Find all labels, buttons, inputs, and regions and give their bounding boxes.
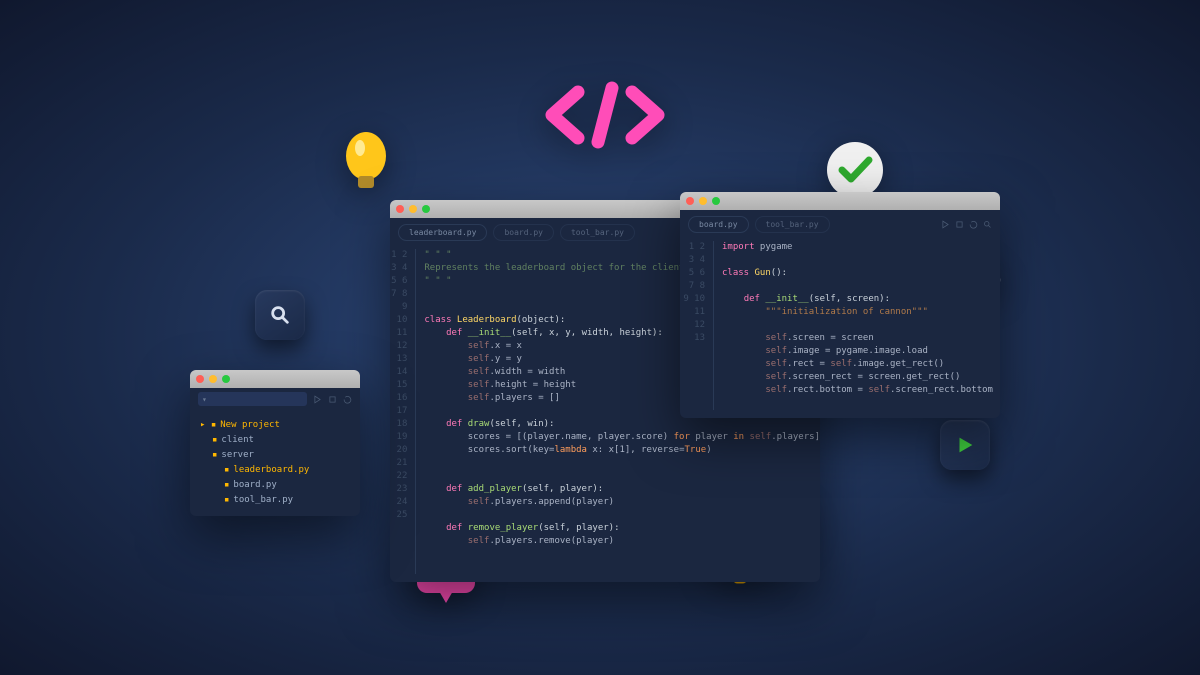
run-icon[interactable] bbox=[313, 395, 322, 404]
tree-root[interactable]: ▸ ▪ New project bbox=[200, 418, 350, 433]
close-icon[interactable] bbox=[196, 375, 204, 383]
tree-file[interactable]: ▪tool_bar.py bbox=[200, 493, 350, 508]
folder-icon: ▪ bbox=[212, 433, 217, 448]
tree-folder[interactable]: ▪client bbox=[200, 433, 350, 448]
titlebar[interactable] bbox=[190, 370, 360, 388]
folder-icon: ▸ ▪ bbox=[200, 418, 216, 433]
file-tree: ▸ ▪ New project ▪client▪server▪leaderboa… bbox=[190, 410, 360, 516]
tree-file[interactable]: ▪board.py bbox=[200, 478, 350, 493]
maximize-icon[interactable] bbox=[222, 375, 230, 383]
tab-leaderboard[interactable]: leaderboard.py bbox=[398, 224, 487, 241]
maximize-icon[interactable] bbox=[422, 205, 430, 213]
chevron-down-icon[interactable]: ▾ bbox=[202, 395, 207, 404]
minimize-icon[interactable] bbox=[699, 197, 707, 205]
editor-window-right: board.py tool_bar.py 1 2 3 4 5 6 7 8 9 1… bbox=[680, 192, 1000, 418]
tree-folder[interactable]: ▪server bbox=[200, 448, 350, 463]
file-icon: ▪ bbox=[224, 463, 229, 478]
close-icon[interactable] bbox=[686, 197, 694, 205]
loop-icon[interactable] bbox=[969, 220, 978, 229]
file-icon: ▪ bbox=[224, 493, 229, 508]
bulb-icon bbox=[340, 130, 392, 203]
titlebar[interactable] bbox=[680, 192, 1000, 210]
maximize-icon[interactable] bbox=[712, 197, 720, 205]
file-explorer-window: ▾ ▸ ▪ New project ▪client▪server▪leaderb… bbox=[190, 370, 360, 516]
search-button[interactable] bbox=[255, 290, 305, 340]
tab-toolbar[interactable]: tool_bar.py bbox=[755, 216, 830, 233]
search-icon[interactable] bbox=[983, 220, 992, 229]
play-button[interactable] bbox=[940, 420, 990, 470]
code-bracket-icon bbox=[540, 80, 670, 153]
stop-icon[interactable] bbox=[955, 220, 964, 229]
search-input[interactable]: ▾ bbox=[198, 392, 307, 406]
folder-icon: ▪ bbox=[212, 448, 217, 463]
minimize-icon[interactable] bbox=[209, 375, 217, 383]
tab-board[interactable]: board.py bbox=[688, 216, 749, 233]
file-icon: ▪ bbox=[224, 478, 229, 493]
code-area[interactable]: 1 2 3 4 5 6 7 8 9 10 11 12 13 import pyg… bbox=[680, 239, 1000, 418]
run-icon[interactable] bbox=[941, 220, 950, 229]
close-icon[interactable] bbox=[396, 205, 404, 213]
loop-icon[interactable] bbox=[343, 395, 352, 404]
tab-board[interactable]: board.py bbox=[493, 224, 554, 241]
stop-icon[interactable] bbox=[328, 395, 337, 404]
minimize-icon[interactable] bbox=[409, 205, 417, 213]
tree-file[interactable]: ▪leaderboard.py bbox=[200, 463, 350, 478]
tab-toolbar[interactable]: tool_bar.py bbox=[560, 224, 635, 241]
